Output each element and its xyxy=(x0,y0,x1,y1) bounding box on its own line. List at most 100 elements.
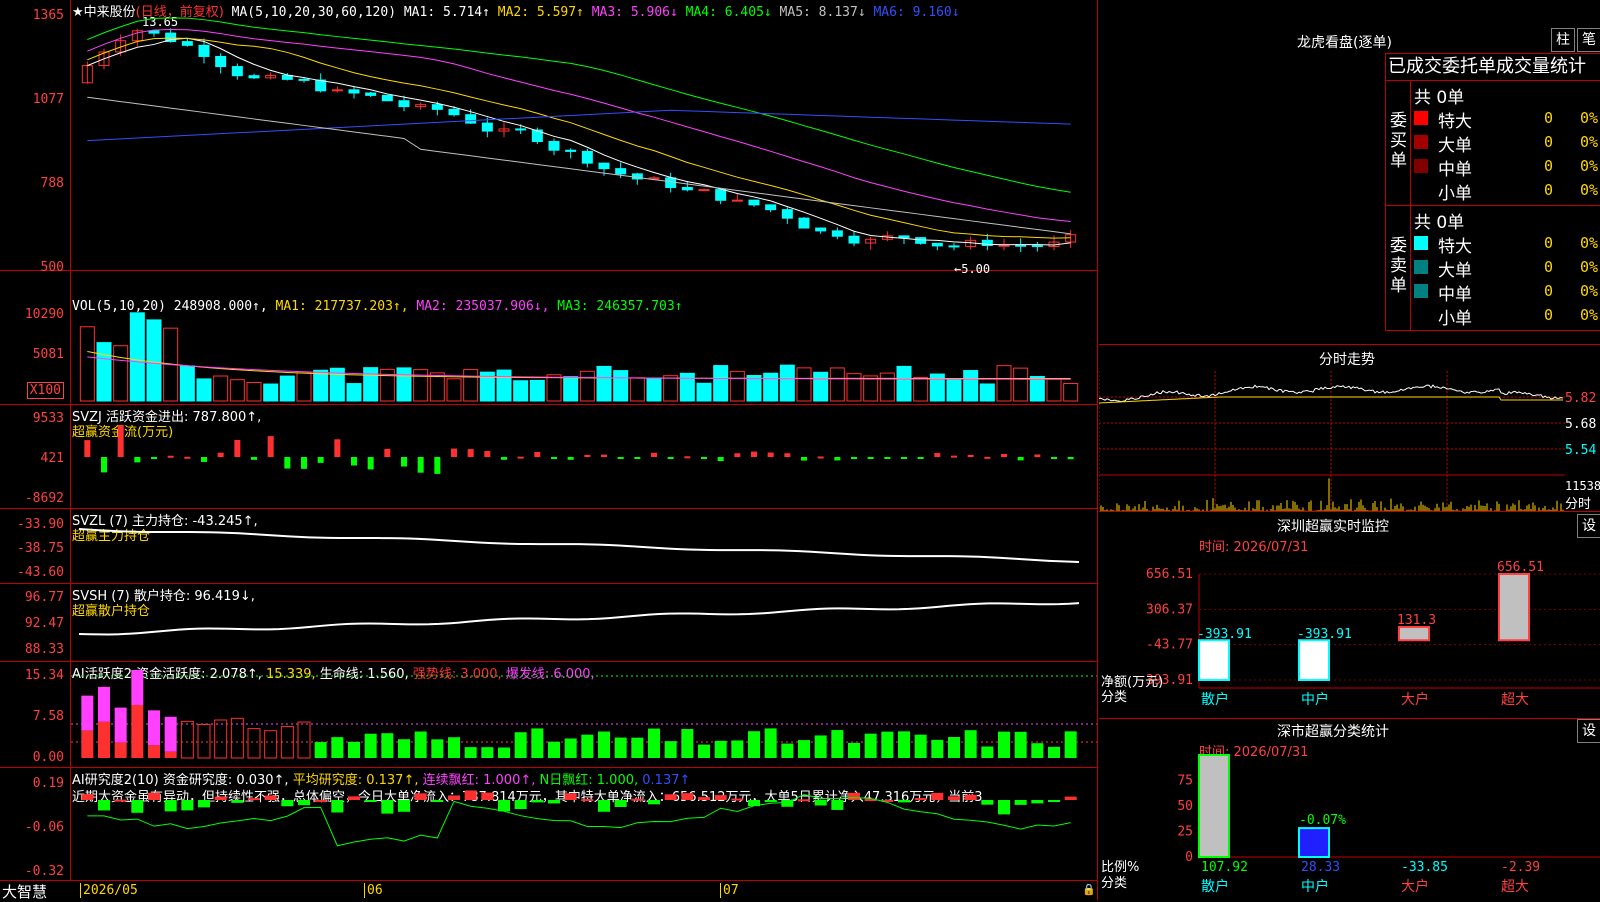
volume-bar xyxy=(496,369,512,402)
classify-settings-button[interactable]: 设 xyxy=(1577,719,1600,743)
ai1-ytick: 0.00 xyxy=(32,750,64,765)
research-bar xyxy=(764,800,777,802)
buy-label: 委买单 xyxy=(1390,111,1407,171)
svzl-chart[interactable] xyxy=(71,509,1097,583)
candle-body xyxy=(1015,244,1027,247)
volume-bar xyxy=(863,375,879,402)
tick-mode-button[interactable]: 笔 xyxy=(1577,28,1600,52)
activity-bar xyxy=(1031,743,1044,758)
fenshi-chart[interactable] xyxy=(1099,371,1565,511)
kline-panel[interactable]: 1365 1077 788 500 ★中来股份(日线，前复权) MA(5,10,… xyxy=(0,0,1097,276)
research-bar xyxy=(464,790,477,800)
flow-bar xyxy=(801,457,807,461)
legend-swatch xyxy=(1414,135,1428,149)
research-bar xyxy=(581,799,594,802)
activity-bar xyxy=(297,721,311,759)
ai2-ytick: -0.32 xyxy=(24,864,64,879)
research-bar xyxy=(98,800,110,811)
order-type: 小单 xyxy=(1438,309,1472,329)
classify-bar-label: 107.92 xyxy=(1201,860,1248,875)
activity-bar xyxy=(631,737,644,758)
volume-bar xyxy=(313,369,329,402)
ma-line xyxy=(87,96,1071,235)
candle-body xyxy=(681,186,693,191)
flow-bar xyxy=(267,436,274,457)
buy-total: 共 0单 xyxy=(1414,88,1465,108)
flow-bar xyxy=(667,457,674,459)
monitor-category: 超大 xyxy=(1501,692,1529,708)
activity-bar xyxy=(664,741,677,758)
volume-bar xyxy=(646,377,662,402)
legend-swatch xyxy=(1414,111,1428,125)
svzj-chart[interactable] xyxy=(71,405,1097,508)
legend-swatch xyxy=(1414,284,1428,298)
svsh-ytick: 92.47 xyxy=(24,616,64,631)
monitor-ylabel: 分类 xyxy=(1101,690,1127,705)
flow-bar xyxy=(417,457,424,473)
flow-bar xyxy=(434,457,441,474)
kline-chart[interactable] xyxy=(71,0,1097,270)
research-bar xyxy=(914,798,927,801)
research-bar xyxy=(1031,800,1044,804)
volume-bar xyxy=(613,370,629,402)
volume-bar xyxy=(96,342,112,402)
bar-mode-button[interactable]: 柱 xyxy=(1551,28,1575,52)
volume-bar xyxy=(446,378,462,402)
monitor-chart[interactable]: 656.51306.37-43.77-393.91-393.91散户-393.9… xyxy=(1099,538,1600,718)
candle-body xyxy=(615,168,627,175)
fenshi-panel[interactable]: 分时走势 5.82 5.68 5.54 11538 分时 xyxy=(1099,344,1600,512)
ai1-ytick: 7.58 xyxy=(32,709,64,724)
activity-bar xyxy=(1064,731,1077,758)
activity-bar xyxy=(848,742,860,758)
monitor-settings-button[interactable]: 设 xyxy=(1577,514,1600,538)
flow-bar xyxy=(534,451,541,457)
flow-bar xyxy=(834,457,841,461)
ai1-yaxis: 15.34 7.58 0.00 xyxy=(0,662,71,767)
svsh-panel[interactable]: 96.77 92.47 88.33 SVSH (7) 散户持仓: 96.419↓… xyxy=(0,584,1097,662)
flow-bar xyxy=(851,457,857,459)
svzl-panel[interactable]: -33.90 -38.75 -43.60 SVZL (7) 主力持仓: -43.… xyxy=(0,509,1097,584)
candle-body xyxy=(481,122,493,132)
research-bar xyxy=(831,800,844,810)
flow-bar xyxy=(867,457,874,459)
research-bar xyxy=(498,800,510,812)
monitor-bar-label: -393.91 xyxy=(1197,627,1252,642)
candle-body xyxy=(248,75,260,79)
volume-panel[interactable]: 10290 5081 X100 VOL(5,10,20) 248908.000↑… xyxy=(0,271,1097,405)
volume-bar xyxy=(513,380,529,402)
research-bar xyxy=(81,794,94,800)
monitor-category: 中户 xyxy=(1301,691,1329,708)
volume-chart[interactable] xyxy=(71,271,1097,404)
activity-bar xyxy=(98,721,110,758)
activity-bar xyxy=(264,730,278,759)
activity-bar xyxy=(331,737,344,758)
activity-bar xyxy=(764,728,777,758)
lock-icon[interactable]: 🔒 xyxy=(1082,883,1096,896)
order-pct: 0% xyxy=(1580,157,1599,175)
classify-chart[interactable]: 75 50 25 0 107.92 散户 28.33 中户 -33.85 大户 -2.39 超大 -0.… xyxy=(1099,745,1600,900)
order-type: 大单 xyxy=(1438,136,1472,156)
ai-research-panel[interactable]: 0.19 -0.06 -0.32 AI研究度2(10) 资金研究度: 0.030… xyxy=(0,768,1097,881)
volume-bar xyxy=(779,364,795,402)
ai-activity-panel[interactable]: 15.34 7.58 0.00 AI活跃度2 资金活跃度: 2.078↑, 15… xyxy=(0,662,1097,768)
research-bar xyxy=(481,792,494,800)
flow-bar xyxy=(467,449,474,457)
svzj-panel[interactable]: 9533 421 -8692 SVZJ 活跃资金进出: 787.800↑, 超赢… xyxy=(0,405,1097,509)
order-type: 大单 xyxy=(1438,261,1472,281)
activity-bar xyxy=(564,738,577,758)
ai-research-chart[interactable] xyxy=(71,768,1097,880)
flow-bar xyxy=(884,457,891,459)
flow-bar xyxy=(284,457,291,469)
svsh-chart[interactable] xyxy=(71,584,1097,661)
activity-bar xyxy=(381,733,394,758)
classify-bar-label: 28.33 xyxy=(1301,860,1340,875)
flow-bar xyxy=(567,457,574,460)
candle-body xyxy=(698,189,710,192)
ai-activity-chart[interactable] xyxy=(71,662,1097,767)
volume-bar xyxy=(113,345,129,402)
kline-yaxis: 1365 1077 788 500 xyxy=(0,0,71,275)
vol-ytick: 10290 xyxy=(24,307,64,322)
activity-bar xyxy=(481,747,494,758)
monitor-ytick: 306.37 xyxy=(1146,602,1193,617)
candle-body xyxy=(931,242,943,247)
